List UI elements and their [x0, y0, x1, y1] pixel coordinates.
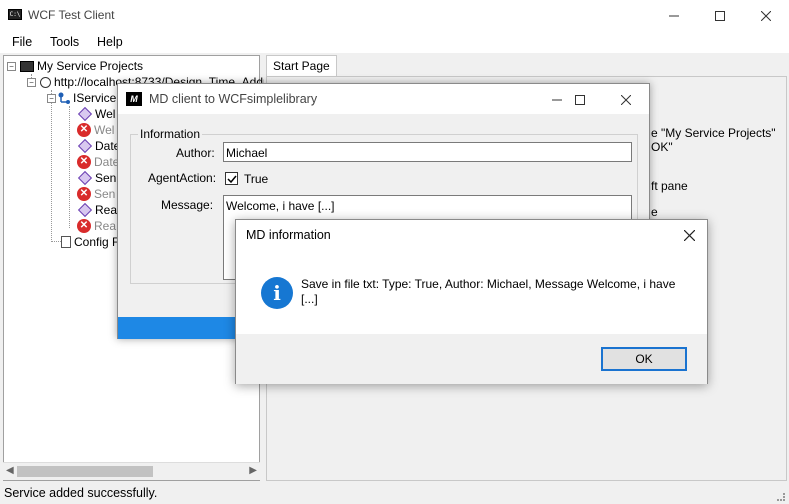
menu-tools[interactable]: Tools: [50, 35, 79, 49]
method-icon: [77, 138, 93, 154]
tab-start-page[interactable]: Start Page: [266, 55, 337, 77]
tree-config-label: Config F: [74, 235, 120, 249]
start-page-text: e: [651, 205, 658, 219]
tree-method-node[interactable]: Sen: [77, 170, 116, 186]
tree-method-label: Rea: [94, 219, 117, 233]
scroll-right-icon[interactable]: ▶: [249, 465, 257, 476]
tree-method-node[interactable]: ✕ Wel: [77, 122, 114, 138]
tree-method-label: Sen: [95, 171, 117, 185]
info-dialog-title: MD information: [246, 228, 331, 242]
close-icon: [683, 229, 695, 241]
tree-method-node[interactable]: ✕ Date: [77, 154, 119, 170]
status-bar: Service added successfully.: [0, 482, 789, 504]
close-icon: [761, 10, 771, 21]
error-icon: ✕: [77, 123, 91, 137]
interface-icon: [58, 92, 70, 104]
tree-method-label: Wel: [95, 107, 116, 121]
service-project-icon: [20, 60, 34, 72]
tree-method-label: Wel: [94, 123, 115, 137]
close-button[interactable]: [743, 0, 789, 31]
scrollbar-thumb[interactable]: [17, 466, 153, 477]
info-dialog-footer: OK: [236, 334, 707, 384]
status-text: Service added successfully.: [4, 486, 158, 500]
main-title-bar: C:\ WCF Test Client: [0, 0, 789, 31]
tree-interface-label: IService: [73, 91, 117, 105]
tree-method-label: Sen: [94, 187, 116, 201]
agent-action-value: True: [244, 172, 269, 186]
tree-root-node[interactable]: − My Service Projects: [7, 58, 143, 74]
start-page-text: ft pane: [651, 179, 688, 193]
tree-method-node[interactable]: Wel: [77, 106, 115, 122]
md-information-dialog: MD information i Save in file txt: Type:…: [235, 219, 708, 384]
start-page-text: e "My Service Projects": [651, 126, 776, 140]
author-label: Author:: [176, 146, 215, 160]
tree-method-node[interactable]: ✕ Rea: [77, 218, 116, 234]
message-label: Message:: [161, 198, 214, 212]
tree-method-node[interactable]: ✕ Sen: [77, 186, 115, 202]
maximize-icon: [575, 94, 585, 105]
tree-connector: [51, 90, 52, 242]
start-page-text: OK": [651, 140, 673, 154]
agent-action-label: AgentAction:: [148, 171, 217, 185]
tree-connector: [69, 106, 70, 228]
dialog-maximize-button[interactable]: [557, 84, 603, 115]
menu-bar: File Tools Help: [0, 31, 789, 53]
collapse-icon[interactable]: −: [7, 61, 16, 71]
tree-horizontal-scrollbar[interactable]: ◀ ▶: [3, 462, 260, 480]
minimize-icon: [669, 15, 679, 16]
minimize-button[interactable]: [651, 0, 697, 31]
md-client-title-bar: M MD client to WCFsimplelibrary: [118, 84, 649, 114]
tree-config-node[interactable]: Config F: [59, 234, 119, 250]
tree-method-label: Date: [94, 155, 120, 169]
scroll-left-icon[interactable]: ◀: [6, 465, 14, 476]
window-title: WCF Test Client: [28, 8, 115, 22]
agent-action-checkbox[interactable]: [225, 172, 238, 185]
wcf-app-icon: C:\: [8, 9, 22, 20]
config-file-icon: [61, 236, 71, 248]
maximize-button[interactable]: [697, 0, 743, 31]
menu-file[interactable]: File: [12, 35, 32, 49]
author-input[interactable]: Michael: [223, 142, 632, 162]
accent-bar: [118, 317, 238, 339]
close-icon: [621, 94, 631, 105]
dialog-close-button[interactable]: [603, 84, 649, 115]
maximize-icon: [715, 10, 725, 21]
ok-button[interactable]: OK: [601, 347, 687, 371]
collapse-icon[interactable]: −: [47, 93, 56, 103]
md-app-icon: M: [126, 92, 142, 106]
method-icon: [77, 170, 93, 186]
resize-grip-icon[interactable]: [777, 493, 785, 501]
method-icon: [77, 106, 93, 122]
tree-root-label: My Service Projects: [37, 59, 144, 73]
information-icon: i: [261, 277, 293, 309]
information-group-title: Information: [138, 127, 203, 141]
collapse-icon[interactable]: −: [27, 77, 36, 87]
checkmark-icon: [227, 175, 237, 184]
error-icon: ✕: [77, 155, 91, 169]
method-icon: [77, 202, 93, 218]
info-close-button[interactable]: [671, 220, 707, 250]
tree-method-label: Rea: [95, 203, 118, 217]
tree-interface-node[interactable]: − IService: [47, 90, 116, 106]
menu-help[interactable]: Help: [97, 35, 123, 49]
tree-method-node[interactable]: Rea: [77, 202, 117, 218]
error-icon: ✕: [77, 219, 91, 233]
error-icon: ✕: [77, 187, 91, 201]
md-client-title: MD client to WCFsimplelibrary: [149, 92, 318, 106]
tree-method-node[interactable]: Date: [77, 138, 120, 154]
info-message: Save in file txt: Type: True, Author: Mi…: [301, 277, 676, 306]
globe-icon: [40, 76, 51, 88]
